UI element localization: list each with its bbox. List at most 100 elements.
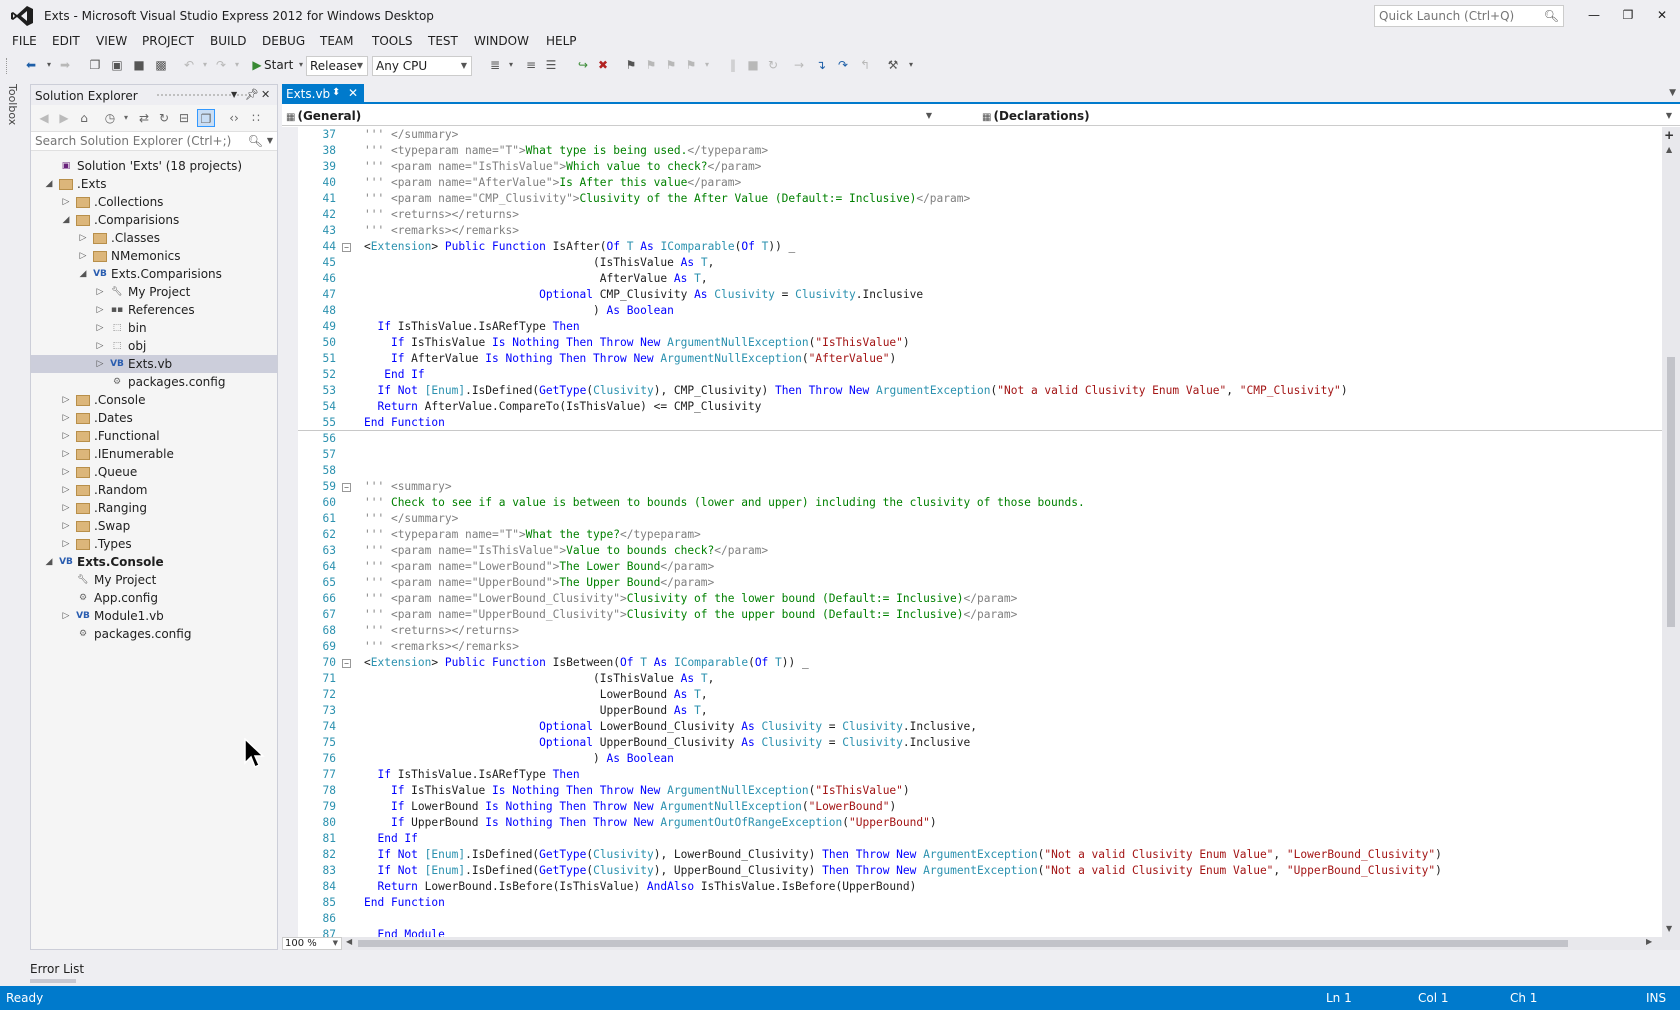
refresh-icon[interactable]: ↻ bbox=[155, 109, 173, 127]
tree-item[interactable]: ⚙︎ App.config bbox=[31, 589, 277, 607]
tree-item[interactable]: ▷ NMemonics bbox=[31, 247, 277, 265]
tree-item[interactable]: ▷ .Dates bbox=[31, 409, 277, 427]
horizontal-scroll-thumb[interactable] bbox=[358, 940, 1568, 947]
code-line[interactable]: 85 End Function bbox=[298, 895, 1662, 911]
code-line[interactable]: 39 ''' <param name="IsThisValue">Which va… bbox=[298, 159, 1662, 175]
code-line[interactable]: 45 (IsThisValue As T, bbox=[298, 255, 1662, 271]
prev-bookmark-icon[interactable]: ⚑ bbox=[642, 56, 660, 74]
code-line[interactable]: 82 If Not [Enum].IsDefined(GetType(Clusi… bbox=[298, 847, 1662, 863]
restore-button[interactable]: ❐ bbox=[1614, 4, 1642, 26]
expand-arrow-icon[interactable]: ▷ bbox=[60, 193, 72, 211]
code-line[interactable]: 67 ''' <param name="UpperBound_Clusivity"… bbox=[298, 607, 1662, 623]
uncomment-lines-icon[interactable]: ☰ bbox=[542, 56, 560, 74]
find-dropdown-icon[interactable]: ▾ bbox=[502, 56, 520, 74]
forward-icon[interactable]: ▶ bbox=[55, 109, 73, 127]
forward-icon[interactable]: ➡︎ bbox=[56, 56, 74, 74]
expand-arrow-icon[interactable]: ▷ bbox=[60, 409, 72, 427]
scroll-up-icon[interactable]: ▲ bbox=[1666, 145, 1672, 154]
menu-debug[interactable]: DEBUG bbox=[262, 34, 305, 48]
tab-exts-vb[interactable]: Exts.vb ⬍ ✕ bbox=[282, 84, 364, 104]
code-line[interactable]: 76 ) As Boolean bbox=[298, 751, 1662, 767]
code-line[interactable]: 51 If AfterValue Is Nothing Then Throw N… bbox=[298, 351, 1662, 367]
code-line[interactable]: 43 ''' <remarks></remarks> bbox=[298, 223, 1662, 239]
expand-arrow-icon[interactable]: ▷ bbox=[94, 301, 106, 319]
show-next-statement-icon[interactable]: → bbox=[790, 56, 808, 74]
code-line[interactable]: 37 ''' </summary> bbox=[298, 127, 1662, 143]
save-icon[interactable]: ■ bbox=[130, 56, 148, 74]
code-line[interactable]: 54 Return AfterValue.CompareTo(IsThisVal… bbox=[298, 399, 1662, 415]
split-window-icon[interactable]: ➕︎ bbox=[1665, 129, 1673, 143]
restart-icon[interactable]: ↻ bbox=[764, 56, 782, 74]
step-over-icon[interactable]: ↷ bbox=[834, 56, 852, 74]
tree-item[interactable]: ⚙︎ packages.config bbox=[31, 373, 277, 391]
vertical-scrollbar[interactable]: ➕︎ ▲ ▼ bbox=[1662, 127, 1680, 937]
code-line[interactable]: 59− ''' <summary> bbox=[298, 479, 1662, 495]
code-line[interactable]: 73 UpperBound As T, bbox=[298, 703, 1662, 719]
code-line[interactable]: 71 (IsThisValue As T, bbox=[298, 671, 1662, 687]
tree-item[interactable]: ▣ Solution 'Exts' (18 projects) bbox=[31, 157, 277, 175]
view-code-icon[interactable]: ‹› bbox=[225, 109, 243, 127]
close-panel-icon[interactable]: ✕ bbox=[261, 88, 270, 101]
expand-arrow-icon[interactable]: ▷ bbox=[60, 517, 72, 535]
collapse-arrow-icon[interactable]: ◢ bbox=[43, 553, 55, 571]
tree-item[interactable]: ▷ .Queue bbox=[31, 463, 277, 481]
tree-item[interactable]: ◢ VB Exts.Comparisions bbox=[31, 265, 277, 283]
tree-item[interactable]: ▷ ⬚ obj bbox=[31, 337, 277, 355]
comment-lines-icon[interactable]: ≡ bbox=[522, 56, 540, 74]
code-line[interactable]: 81 End If bbox=[298, 831, 1662, 847]
tree-item[interactable]: ▷ .IEnumerable bbox=[31, 445, 277, 463]
new-project-icon[interactable]: ❐ bbox=[86, 56, 104, 74]
code-line[interactable]: 83 If Not [Enum].IsDefined(GetType(Clusi… bbox=[298, 863, 1662, 879]
expand-arrow-icon[interactable]: ▷ bbox=[94, 355, 106, 373]
code-line[interactable]: 79 If LowerBound Is Nothing Then Throw N… bbox=[298, 799, 1662, 815]
platform-select[interactable]: Any CPU ▼ bbox=[372, 56, 472, 76]
menu-edit[interactable]: EDIT bbox=[52, 34, 80, 48]
code-line[interactable]: 70− <Extension> Public Function IsBetween… bbox=[298, 655, 1662, 671]
scroll-left-icon[interactable]: ◀ bbox=[346, 937, 352, 946]
tree-item[interactable]: ▷ VB Exts.vb bbox=[31, 355, 277, 373]
collapse-region-icon[interactable]: − bbox=[342, 243, 351, 252]
open-file-icon[interactable]: ▣ bbox=[108, 56, 126, 74]
tree-item[interactable]: 🔧︎ My Project bbox=[31, 571, 277, 589]
history-dropdown-icon[interactable]: ▾ bbox=[117, 109, 135, 127]
bookmarks-dropdown-icon[interactable]: ▾ bbox=[698, 56, 716, 74]
indicator-margin[interactable] bbox=[282, 127, 298, 937]
code-line[interactable]: 68 ''' <returns></returns> bbox=[298, 623, 1662, 639]
expand-arrow-icon[interactable]: ▷ bbox=[77, 247, 89, 265]
code-line[interactable]: 56 bbox=[298, 431, 1662, 447]
code-text-area[interactable]: 37 ''' </summary> 38 ''' <typeparam name="T… bbox=[282, 127, 1662, 937]
code-line[interactable]: 63 ''' <param name="IsThisValue">Value to… bbox=[298, 543, 1662, 559]
expand-arrow-icon[interactable]: ▷ bbox=[60, 499, 72, 517]
window-position-dropdown-icon[interactable]: ▼ bbox=[231, 90, 237, 99]
code-line[interactable]: 38 ''' <typeparam name="T">What type is b… bbox=[298, 143, 1662, 159]
collapse-arrow-icon[interactable]: ◢ bbox=[43, 175, 55, 193]
save-all-icon[interactable]: ▩ bbox=[152, 56, 170, 74]
step-icon[interactable]: ↪ bbox=[574, 56, 592, 74]
code-line[interactable]: 58 bbox=[298, 463, 1662, 479]
expand-arrow-icon[interactable]: ▷ bbox=[60, 607, 72, 625]
tree-item[interactable]: ▷ VB Module1.vb bbox=[31, 607, 277, 625]
code-line[interactable]: 77 If IsThisValue.IsARefType Then bbox=[298, 767, 1662, 783]
code-line[interactable]: 86 bbox=[298, 911, 1662, 927]
step-into-icon[interactable]: ↴ bbox=[812, 56, 830, 74]
zoom-select[interactable]: 100 % ▼ bbox=[282, 937, 342, 950]
menu-project[interactable]: PROJECT bbox=[142, 34, 194, 48]
menu-view[interactable]: VIEW bbox=[96, 34, 127, 48]
code-line[interactable]: 78 If IsThisValue Is Nothing Then Throw … bbox=[298, 783, 1662, 799]
tree-item[interactable]: ▷ .Functional bbox=[31, 427, 277, 445]
redo-dropdown-icon[interactable]: ▾ bbox=[228, 56, 246, 74]
tree-item[interactable]: ▷ .Collections bbox=[31, 193, 277, 211]
properties-icon[interactable]: ∷ bbox=[247, 109, 265, 127]
menu-build[interactable]: BUILD bbox=[210, 34, 246, 48]
solution-search-box[interactable]: 🔍︎ ▼ bbox=[31, 131, 277, 151]
code-line[interactable]: 41 ''' <param name="CMP_Clusivity">Clusiv… bbox=[298, 191, 1662, 207]
collapse-all-icon[interactable]: ⊟ bbox=[175, 109, 193, 127]
code-line[interactable]: 80 If UpperBound Is Nothing Then Throw N… bbox=[298, 815, 1662, 831]
code-line[interactable]: 60 ''' Check to see if a value is between… bbox=[298, 495, 1662, 511]
tree-item[interactable]: ▷ ⬚ bin bbox=[31, 319, 277, 337]
configuration-select[interactable]: Release ▼ bbox=[306, 56, 368, 76]
code-line[interactable]: 69 ''' <remarks></remarks> bbox=[298, 639, 1662, 655]
code-line[interactable]: 64 ''' <param name="LowerBound">The Lower… bbox=[298, 559, 1662, 575]
code-line[interactable]: 49 If IsThisValue.IsARefType Then bbox=[298, 319, 1662, 335]
code-line[interactable]: 47 Optional CMP_Clusivity As Clusivity =… bbox=[298, 287, 1662, 303]
